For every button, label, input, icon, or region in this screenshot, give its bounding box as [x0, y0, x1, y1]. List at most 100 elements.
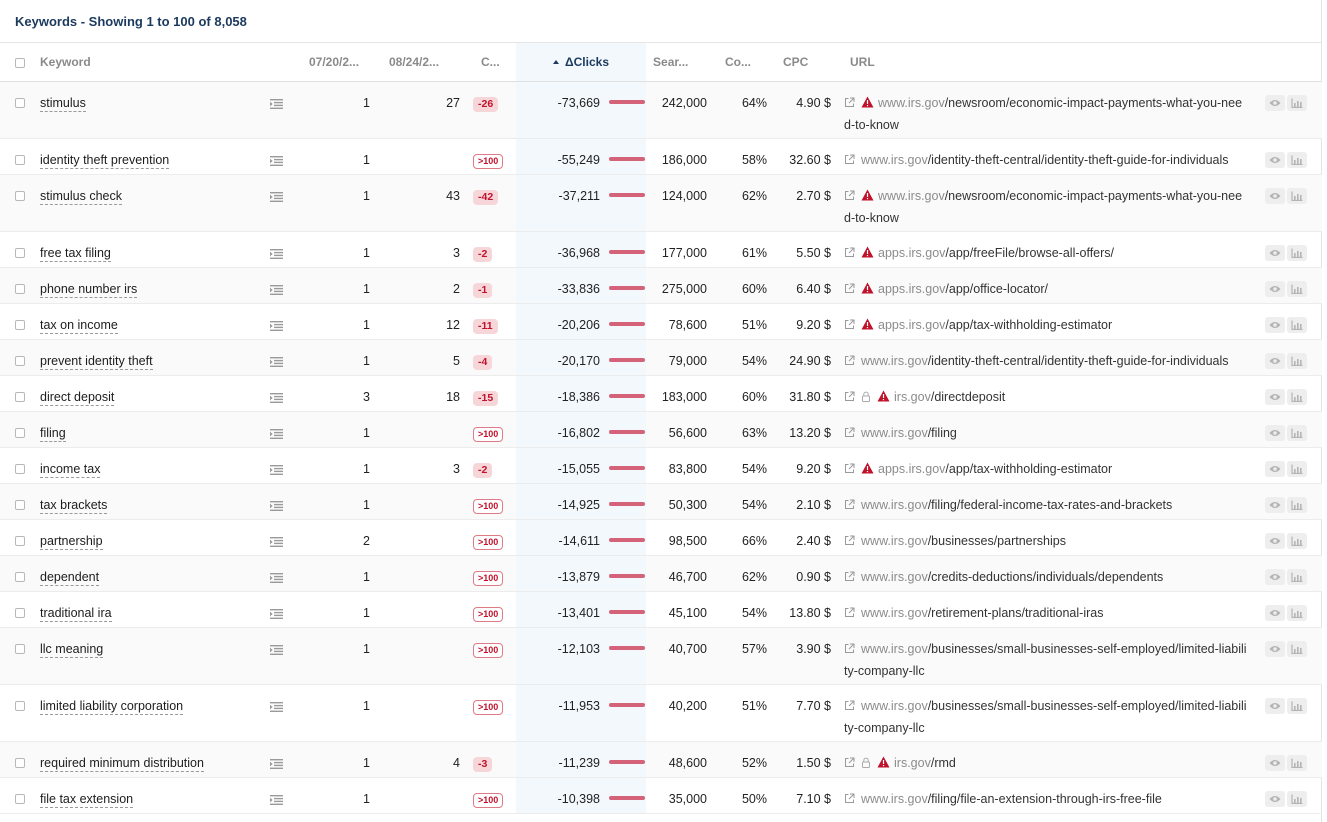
- url-domain[interactable]: www.irs.gov: [861, 792, 928, 806]
- serp-details-icon[interactable]: [270, 388, 283, 403]
- external-link-icon[interactable]: [844, 351, 855, 365]
- row-checkbox[interactable]: [15, 643, 25, 654]
- row-checkbox[interactable]: [15, 319, 25, 330]
- keyword-link[interactable]: partnership: [40, 534, 103, 550]
- table-row[interactable]: stimulus check 1 43 -42 -37,211 124,000 62% 2.7…: [0, 174, 1323, 232]
- url-path[interactable]: /filing/federal-income-tax-rates-and-bra…: [928, 498, 1173, 512]
- serp-details-icon[interactable]: [270, 316, 283, 331]
- col-date1[interactable]: 07/20/2...: [296, 43, 378, 82]
- url-domain[interactable]: www.irs.gov: [878, 96, 945, 110]
- url-domain[interactable]: www.irs.gov: [861, 426, 928, 440]
- external-link-icon[interactable]: [844, 639, 855, 653]
- col-competition[interactable]: Co...: [717, 43, 778, 82]
- url-domain[interactable]: apps.irs.gov: [878, 282, 945, 296]
- url-path[interactable]: /rmd: [931, 756, 956, 770]
- view-button[interactable]: [1265, 754, 1286, 771]
- col-change[interactable]: C...: [468, 43, 516, 82]
- keyword-link[interactable]: prevent identity theft: [40, 354, 153, 370]
- serp-details-icon[interactable]: [270, 352, 283, 367]
- keyword-link[interactable]: tax on income: [40, 318, 118, 334]
- view-button[interactable]: [1265, 244, 1286, 261]
- table-row[interactable]: tax on income 1 12 -11 -20,206 78,600 51% 9.20 …: [0, 303, 1323, 340]
- url-path[interactable]: /app/office-locator/: [945, 282, 1048, 296]
- row-checkbox[interactable]: [15, 607, 25, 618]
- url-path[interactable]: /credits-deductions/individuals/dependen…: [928, 570, 1164, 584]
- view-button[interactable]: [1265, 94, 1286, 111]
- keyword-link[interactable]: limited liability corporation: [40, 699, 184, 715]
- view-button[interactable]: [1265, 640, 1286, 657]
- serp-details-icon[interactable]: [270, 496, 283, 511]
- col-url[interactable]: URL: [838, 43, 1263, 82]
- chart-button[interactable]: [1287, 316, 1308, 333]
- chart-button[interactable]: [1287, 187, 1308, 204]
- external-link-icon[interactable]: [844, 753, 855, 767]
- chart-button[interactable]: [1287, 388, 1308, 405]
- chart-button[interactable]: [1287, 496, 1308, 513]
- serp-details-icon[interactable]: [270, 532, 283, 547]
- external-link-icon[interactable]: [844, 531, 855, 545]
- table-row[interactable]: stimulus 1 27 -26 -73,669 242,000 64% 4.90 $ www…: [0, 81, 1323, 139]
- chart-button[interactable]: [1287, 604, 1308, 621]
- url-path[interactable]: /identity-theft-central/identity-theft-g…: [928, 153, 1229, 167]
- url-domain[interactable]: www.irs.gov: [878, 189, 945, 203]
- table-row[interactable]: direct deposit 3 18 -15 -18,386 183,000 60% 31.…: [0, 375, 1323, 412]
- view-button[interactable]: [1265, 187, 1286, 204]
- row-checkbox[interactable]: [15, 571, 25, 582]
- row-checkbox[interactable]: [15, 247, 25, 258]
- keyword-link[interactable]: tax brackets: [40, 498, 108, 514]
- row-checkbox[interactable]: [15, 97, 25, 108]
- chart-button[interactable]: [1287, 244, 1308, 261]
- keyword-link[interactable]: traditional ira: [40, 606, 112, 622]
- external-link-icon[interactable]: [844, 279, 855, 293]
- select-all-checkbox[interactable]: [15, 57, 25, 68]
- serp-details-icon[interactable]: [270, 460, 283, 475]
- external-link-icon[interactable]: [844, 459, 855, 473]
- url-path[interactable]: /app/tax-withholding-estimator: [945, 318, 1112, 332]
- url-domain[interactable]: www.irs.gov: [861, 498, 928, 512]
- chart-button[interactable]: [1287, 352, 1308, 369]
- view-button[interactable]: [1265, 388, 1286, 405]
- view-button[interactable]: [1265, 532, 1286, 549]
- chart-button[interactable]: [1287, 754, 1308, 771]
- external-link-icon[interactable]: [844, 495, 855, 509]
- view-button[interactable]: [1265, 151, 1286, 168]
- external-link-icon[interactable]: [844, 315, 855, 329]
- table-row[interactable]: income tax 1 3 -2 -15,055 83,800 54% 9.20 $ apps…: [0, 447, 1323, 484]
- table-row[interactable]: free tax filing 1 3 -2 -36,968 177,000 61% 5.50…: [0, 231, 1323, 268]
- chart-button[interactable]: [1287, 94, 1308, 111]
- keyword-link[interactable]: direct deposit: [40, 390, 115, 406]
- keyword-link[interactable]: identity theft prevention: [40, 153, 170, 169]
- serp-details-icon[interactable]: [270, 151, 283, 166]
- url-domain[interactable]: www.irs.gov: [861, 534, 928, 548]
- serp-details-icon[interactable]: [270, 244, 283, 259]
- row-checkbox[interactable]: [15, 283, 25, 294]
- url-path[interactable]: /app/freeFile/browse-all-offers/: [945, 246, 1114, 260]
- serp-details-icon[interactable]: [270, 697, 283, 712]
- table-row[interactable]: phone number irs 1 2 -1 -33,836 275,000 60% 6.4…: [0, 267, 1323, 304]
- col-keyword[interactable]: Keyword: [30, 43, 270, 82]
- table-row[interactable]: llc meaning 1 >100 -12,103 40,700 57% 3.90 $ ww…: [0, 627, 1323, 685]
- table-row[interactable]: traditional ira 1 >100 -13,401 45,100 54% 13.8…: [0, 591, 1323, 628]
- view-button[interactable]: [1265, 352, 1286, 369]
- url-path[interactable]: /filing/file-an-extension-through-irs-fr…: [928, 792, 1162, 806]
- col-delta-clicks[interactable]: ΔClicks: [516, 43, 647, 82]
- chart-button[interactable]: [1287, 532, 1308, 549]
- view-button[interactable]: [1265, 316, 1286, 333]
- url-domain[interactable]: apps.irs.gov: [878, 462, 945, 476]
- url-domain[interactable]: www.irs.gov: [861, 642, 928, 656]
- row-checkbox[interactable]: [15, 793, 25, 804]
- col-cpc[interactable]: CPC: [777, 43, 839, 82]
- url-domain[interactable]: apps.irs.gov: [878, 318, 945, 332]
- row-checkbox[interactable]: [15, 757, 25, 768]
- url-path[interactable]: /filing: [928, 426, 957, 440]
- keyword-link[interactable]: phone number irs: [40, 282, 138, 298]
- row-checkbox[interactable]: [15, 535, 25, 546]
- table-row[interactable]: dependent 1 >100 -13,879 46,700 62% 0.90 $ www.…: [0, 555, 1323, 592]
- external-link-icon[interactable]: [844, 243, 855, 257]
- url-domain[interactable]: irs.gov: [894, 756, 931, 770]
- view-button[interactable]: [1265, 280, 1286, 297]
- url-path[interactable]: /retirement-plans/traditional-iras: [928, 606, 1104, 620]
- serp-details-icon[interactable]: [270, 280, 283, 295]
- view-button[interactable]: [1265, 697, 1286, 714]
- view-button[interactable]: [1265, 790, 1286, 807]
